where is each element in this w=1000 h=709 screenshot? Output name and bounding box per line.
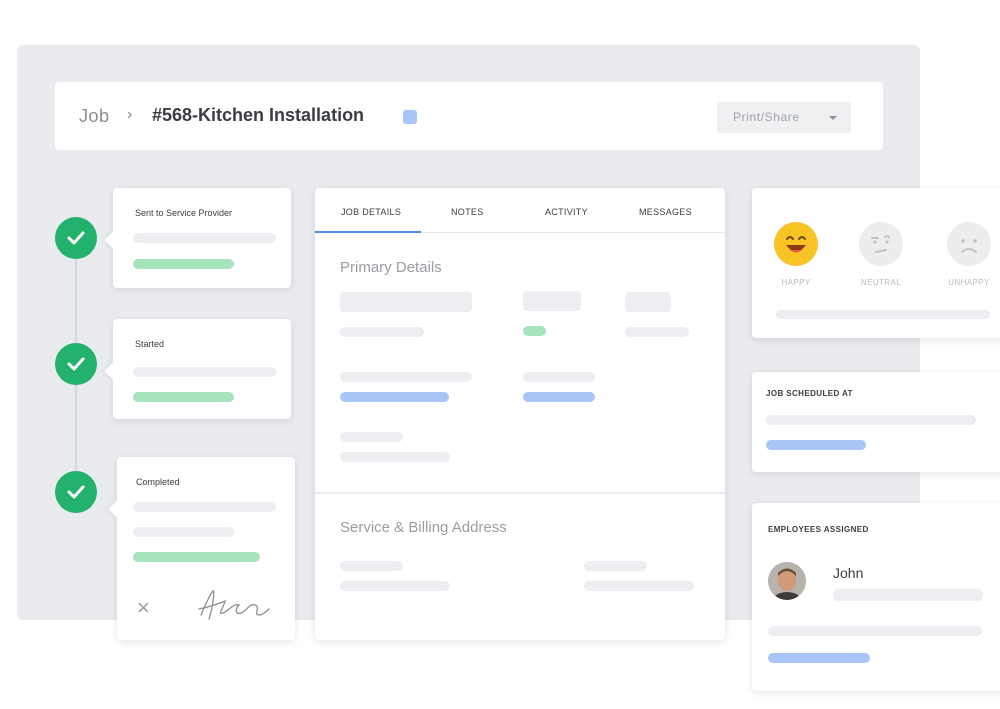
placeholder-line (523, 372, 595, 382)
happy-face-icon[interactable] (774, 222, 818, 266)
signature-icon (198, 590, 270, 620)
tab-activity[interactable]: ACTIVITY (545, 207, 588, 217)
employee-name[interactable]: John (833, 565, 863, 581)
close-icon[interactable]: × (137, 597, 150, 619)
placeholder-line (768, 653, 870, 663)
timeline-step-sent[interactable]: Sent to Service Provider (113, 188, 291, 288)
unhappy-face-icon[interactable] (947, 222, 991, 266)
placeholder-line (768, 626, 982, 636)
placeholder-line (340, 372, 472, 382)
placeholder-line (584, 581, 694, 591)
check-icon (55, 217, 97, 259)
job-header: Job › #568-Kitchen Installation Print/Sh… (55, 82, 883, 150)
placeholder-block (340, 292, 472, 312)
placeholder-line (133, 552, 260, 562)
feedback-label-happy: HAPPY (781, 278, 811, 287)
job-schedule-panel: JOB SCHEDULED AT (752, 372, 1000, 472)
placeholder-line (340, 392, 449, 402)
active-tab-indicator (315, 231, 421, 233)
page-title: #568-Kitchen Installation (152, 105, 365, 125)
step-title: Started (135, 339, 165, 349)
placeholder-line (523, 326, 546, 336)
placeholder-line (776, 310, 990, 319)
placeholder-line (766, 440, 866, 450)
schedule-heading: JOB SCHEDULED AT (766, 389, 853, 398)
feedback-label-unhappy: UNHAPPY (948, 278, 990, 287)
tab-notes[interactable]: NOTES (451, 207, 484, 217)
timeline-step-completed[interactable]: Completed × (117, 457, 295, 640)
step-title: Sent to Service Provider (135, 208, 233, 218)
placeholder-line (523, 392, 595, 402)
placeholder-line (340, 581, 450, 591)
placeholder-block (523, 291, 581, 311)
job-details-panel: JOB DETAILS NOTES ACTIVITY MESSAGES Prim… (315, 188, 725, 640)
breadcrumb-separator: › (127, 106, 133, 123)
tab-job-details[interactable]: JOB DETAILS (341, 207, 401, 217)
placeholder-line (625, 327, 689, 337)
section-title-primary: Primary Details (340, 259, 442, 276)
placeholder-line (133, 367, 276, 377)
check-icon (55, 471, 97, 513)
caret-down-icon (829, 116, 837, 120)
placeholder-line (833, 589, 983, 601)
avatar[interactable] (768, 562, 806, 600)
breadcrumb-root[interactable]: Job (79, 106, 110, 127)
placeholder-line (133, 392, 234, 402)
placeholder-line (766, 415, 976, 425)
feedback-label-neutral: NEUTRAL (860, 278, 902, 287)
placeholder-line (340, 432, 403, 442)
placeholder-line (340, 452, 450, 462)
status-tag (403, 110, 417, 124)
section-title-address: Service & Billing Address (340, 519, 507, 536)
check-icon (55, 343, 97, 385)
placeholder-line (340, 561, 403, 571)
tab-messages[interactable]: MESSAGES (639, 207, 692, 217)
placeholder-line (133, 233, 276, 243)
placeholder-line (584, 561, 647, 571)
timeline-step-started[interactable]: Started (113, 319, 291, 419)
step-title: Completed (136, 477, 180, 487)
employees-heading: EMPLOYEES ASSIGNED (768, 525, 869, 534)
placeholder-line (340, 327, 424, 337)
print-share-label: Print/Share (733, 110, 800, 124)
employees-panel: EMPLOYEES ASSIGNED John (752, 503, 1000, 691)
section-divider (315, 492, 725, 494)
placeholder-line (133, 259, 234, 269)
customer-feedback-panel: HAPPY NEUTRAL UNHAPPY (752, 188, 1000, 338)
placeholder-block (625, 292, 671, 312)
print-share-button[interactable]: Print/Share (717, 102, 851, 133)
placeholder-line (133, 502, 276, 512)
neutral-face-icon[interactable] (859, 222, 903, 266)
placeholder-line (133, 527, 234, 537)
